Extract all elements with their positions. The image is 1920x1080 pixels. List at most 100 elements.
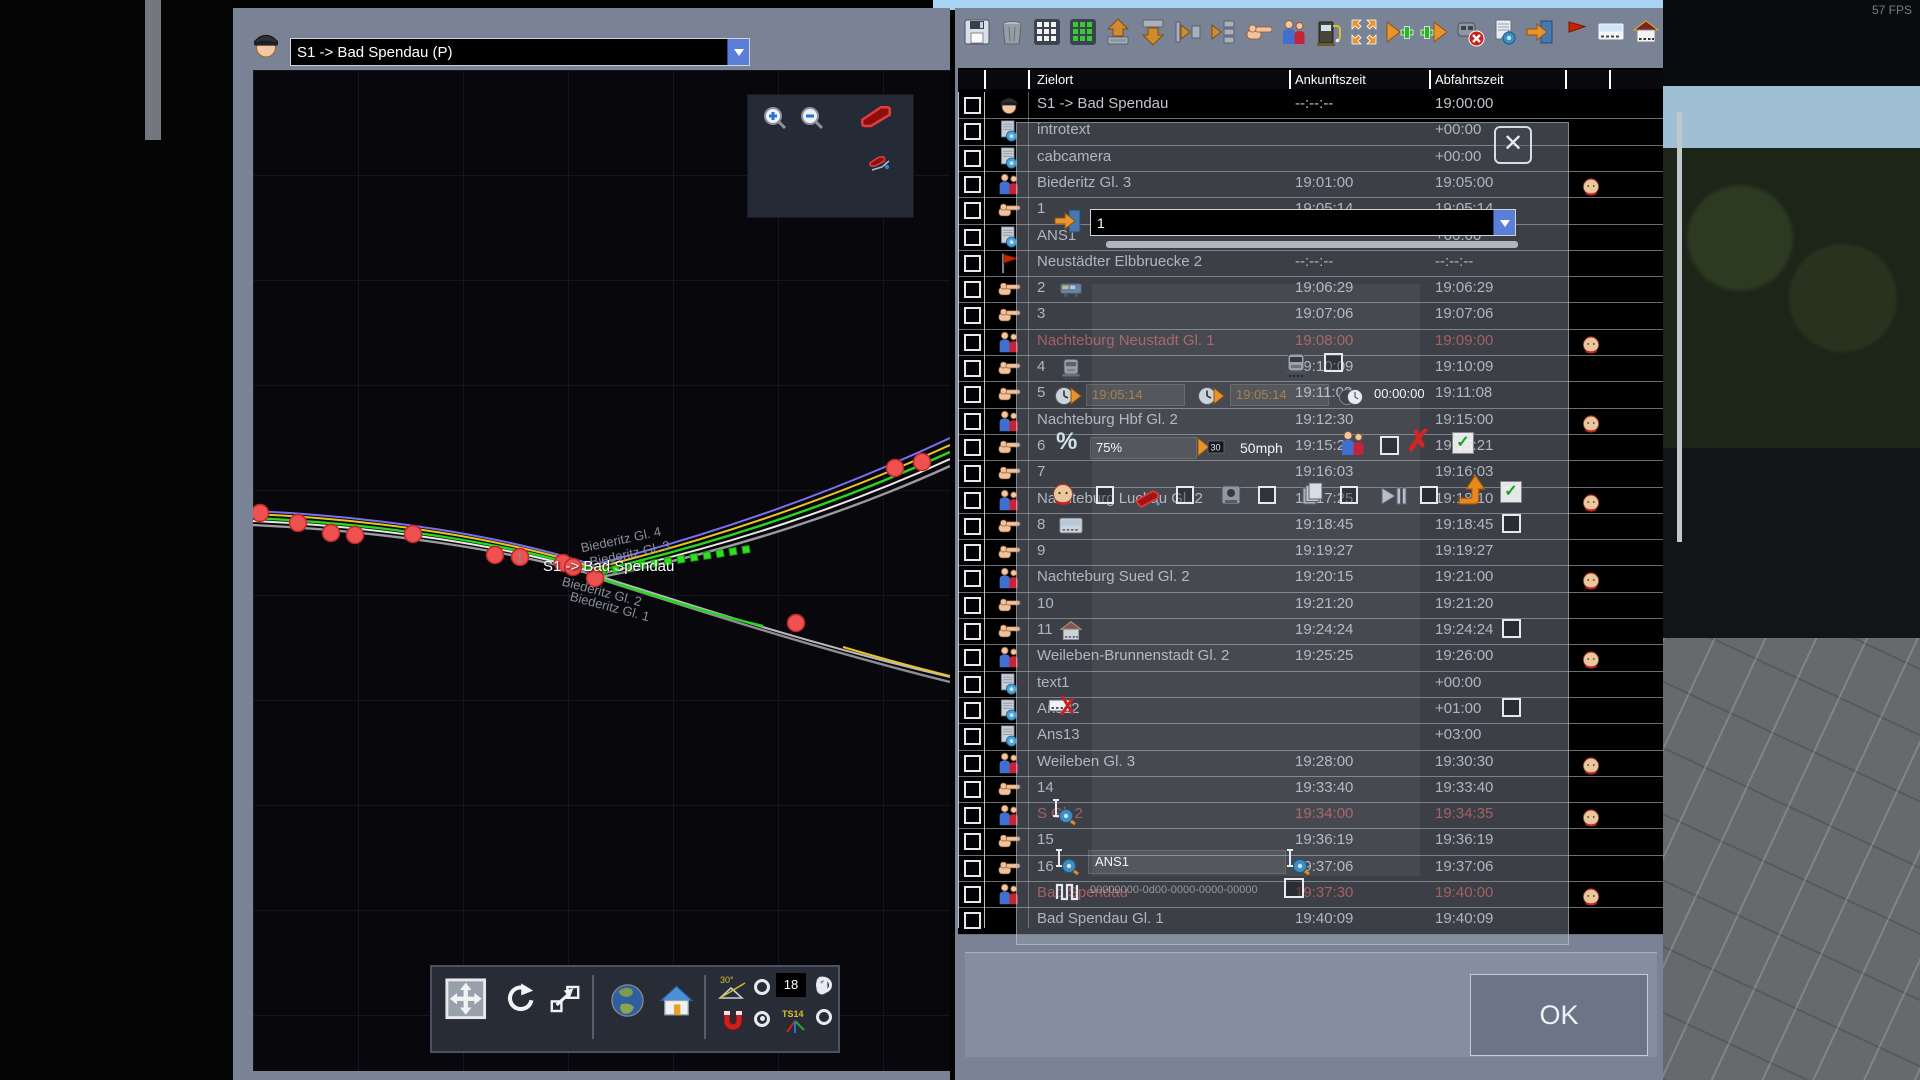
row-checkbox[interactable] bbox=[964, 623, 981, 640]
waypoint-dot[interactable] bbox=[885, 458, 905, 478]
ans-field[interactable]: ANS1 bbox=[1088, 850, 1286, 874]
row-checkbox[interactable] bbox=[964, 517, 981, 535]
dialog-route-dropdown[interactable]: 1 bbox=[1090, 209, 1516, 236]
waypoint-dot[interactable] bbox=[321, 523, 341, 543]
hand-icon[interactable] bbox=[1244, 17, 1274, 47]
row-checkbox[interactable] bbox=[964, 254, 981, 272]
home-button[interactable] bbox=[657, 981, 696, 1020]
row-checkbox[interactable] bbox=[964, 544, 981, 562]
grid-green-icon[interactable] bbox=[1068, 17, 1098, 47]
magnet-mode-icon[interactable] bbox=[718, 1007, 748, 1037]
grid-white-icon[interactable] bbox=[1032, 17, 1062, 47]
percent-field[interactable]: 75% bbox=[1090, 437, 1197, 459]
row-checkbox[interactable] bbox=[964, 728, 981, 746]
tray-up-icon[interactable] bbox=[1103, 17, 1133, 47]
row-checkbox[interactable] bbox=[964, 701, 981, 719]
row-checkbox[interactable] bbox=[964, 281, 981, 299]
loco-delete-icon[interactable] bbox=[1455, 17, 1485, 47]
cancel-cross-icon[interactable]: ✗ bbox=[1406, 424, 1431, 459]
flag-icon[interactable] bbox=[1560, 17, 1590, 47]
row-checkbox[interactable] bbox=[964, 333, 981, 351]
waypoint-dot[interactable] bbox=[786, 613, 806, 633]
waypoint-dot[interactable] bbox=[403, 524, 423, 544]
row-checkbox[interactable] bbox=[964, 123, 981, 141]
door-in-icon[interactable] bbox=[1525, 17, 1555, 47]
doc-gear-icon[interactable] bbox=[1490, 17, 1520, 47]
row11-option-checkbox[interactable] bbox=[1502, 619, 1521, 638]
add-after-icon[interactable] bbox=[1420, 17, 1450, 47]
route-selector-dropdown-button[interactable] bbox=[727, 39, 749, 65]
arrival-time-field[interactable]: 19:05:14 bbox=[1086, 384, 1185, 406]
rotate-button[interactable] bbox=[502, 981, 538, 1017]
route-selector[interactable]: S1 -> Bad Spendau (P) bbox=[290, 38, 750, 66]
map-canvas[interactable]: Biederitz Gl. 4 Biederitz Gl. 3 Biederit… bbox=[253, 70, 950, 1071]
row-checkbox[interactable] bbox=[964, 807, 981, 825]
row-checkbox[interactable] bbox=[964, 412, 981, 430]
tray-down-icon[interactable] bbox=[1138, 17, 1168, 47]
insert-right-icon[interactable] bbox=[1173, 17, 1203, 47]
signal-checkbox-3[interactable] bbox=[1258, 486, 1276, 504]
globe-button[interactable] bbox=[608, 981, 647, 1020]
guid-checkbox[interactable] bbox=[1284, 878, 1304, 898]
table-row[interactable]: S1 -> Bad Spendau --:--:-- 19:00:00 bbox=[958, 92, 1663, 118]
signal-checkbox-5[interactable] bbox=[1420, 486, 1438, 504]
dialog-stop-checkbox[interactable] bbox=[1380, 436, 1399, 455]
fuel-icon[interactable] bbox=[1314, 17, 1344, 47]
row-checkbox[interactable] bbox=[964, 754, 981, 772]
departure-time-field[interactable]: 19:05:14 bbox=[1230, 384, 1329, 406]
signal-promote-icon[interactable] bbox=[1456, 472, 1491, 507]
dialog-close-button[interactable]: ✕ bbox=[1494, 126, 1532, 164]
transform-button[interactable] bbox=[547, 981, 583, 1017]
waypoint-dot[interactable] bbox=[485, 545, 505, 565]
dialog-loco-checkbox[interactable] bbox=[1324, 353, 1343, 372]
row8-option-checkbox[interactable] bbox=[1502, 514, 1521, 533]
row-checkbox[interactable] bbox=[964, 465, 981, 483]
row-checkbox[interactable] bbox=[964, 228, 981, 246]
row-checkbox[interactable] bbox=[964, 596, 981, 614]
waypoint-dot[interactable] bbox=[288, 513, 308, 533]
ts14-axes-icon[interactable]: TS14 bbox=[780, 1007, 810, 1037]
row-checkbox[interactable] bbox=[964, 438, 981, 456]
trash-icon[interactable] bbox=[997, 17, 1027, 47]
slope-mode-icon[interactable]: 30° bbox=[718, 973, 748, 1003]
row-checkbox[interactable] bbox=[964, 202, 981, 220]
waypoint-dot[interactable] bbox=[253, 503, 270, 523]
signal-small-icon[interactable] bbox=[863, 147, 893, 177]
signal-checkbox-2[interactable] bbox=[1176, 486, 1194, 504]
signal-confirm-check[interactable]: ✓ bbox=[1500, 481, 1522, 503]
signal-checkbox-4[interactable] bbox=[1340, 486, 1358, 504]
zoom-out-icon[interactable] bbox=[798, 104, 828, 134]
depot-icon[interactable] bbox=[1631, 17, 1661, 47]
confirm-check-icon[interactable]: ✓ bbox=[1452, 432, 1474, 454]
row-checkbox[interactable] bbox=[964, 570, 981, 588]
row-checkbox[interactable] bbox=[964, 360, 981, 377]
column-header-abfahrtszeit[interactable]: Abfahrtszeit bbox=[1435, 70, 1504, 89]
waypoint-dot[interactable] bbox=[345, 525, 365, 545]
add-before-icon[interactable] bbox=[1384, 17, 1414, 47]
insert-left-icon[interactable] bbox=[1208, 17, 1238, 47]
row-checkbox[interactable] bbox=[964, 886, 981, 903]
dialog-slider[interactable] bbox=[1106, 241, 1518, 248]
mouse-mode-radio[interactable] bbox=[816, 977, 832, 993]
ans12-option-checkbox[interactable] bbox=[1502, 698, 1521, 717]
row-checkbox[interactable] bbox=[964, 833, 981, 851]
dialog-route-dropdown-button[interactable] bbox=[1493, 210, 1515, 235]
row-checkbox[interactable] bbox=[964, 386, 981, 404]
row-checkbox[interactable] bbox=[964, 649, 981, 667]
signal-large-icon[interactable] bbox=[857, 97, 895, 135]
row-checkbox[interactable] bbox=[964, 149, 981, 167]
ts14-radio[interactable] bbox=[816, 1009, 832, 1025]
row-checkbox[interactable] bbox=[964, 491, 981, 509]
save-icon[interactable] bbox=[962, 17, 992, 47]
row-checkbox[interactable] bbox=[964, 97, 981, 114]
ok-button[interactable]: OK bbox=[1470, 974, 1648, 1056]
row-checkbox[interactable] bbox=[964, 307, 981, 325]
signal-checkbox-1[interactable] bbox=[1096, 486, 1114, 504]
magnet-mode-radio[interactable] bbox=[754, 1011, 770, 1027]
people-icon[interactable] bbox=[1279, 17, 1309, 47]
waypoint-dot[interactable] bbox=[912, 452, 932, 472]
row-checkbox[interactable] bbox=[964, 859, 981, 877]
pan-mode-button[interactable] bbox=[444, 977, 488, 1021]
column-header-zielort[interactable]: Zielort bbox=[1037, 70, 1073, 89]
coupling-distance-field[interactable]: 18 bbox=[776, 973, 806, 997]
